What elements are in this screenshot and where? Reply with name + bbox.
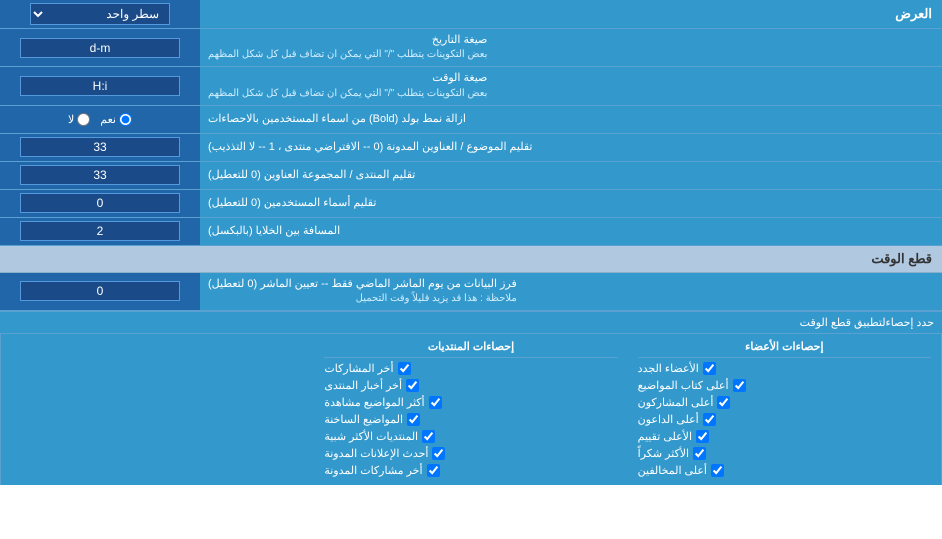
check-most-viewed: أكثر المواضيع مشاهدة [324,396,617,409]
check-latest-announcements: أحدث الإعلانات المدونة [324,447,617,460]
page-title: العرض [895,5,932,23]
time-cut-sublabel: ملاحظة : هذا قد يزيد قليلاً وقت التحميل [208,292,517,306]
time-cut-input[interactable] [20,281,180,301]
time-format-label: صيغة الوقت [432,72,487,84]
check-new-members: الأعضاء الجدد [638,362,931,375]
time-format-sublabel: بعض التكوينات يتطلب "/" التي يمكن ان تضا… [208,87,487,101]
username-count-label: تقليم أسماء المستخدمين (0 للتعطيل) [208,196,376,211]
cell-spacing-label: المسافة بين الخلايا (بالبكسل) [208,224,340,239]
check-top-authors: أعلى كتاب المواضيع [638,379,931,392]
display-mode-select[interactable]: سطر واحد سطرين ثلاثة أسطر [30,3,170,25]
col2-header: إحصاءات الأعضاء [638,338,931,358]
date-format-input[interactable] [20,38,180,58]
check-most-thankful: الأكثر شكراً [638,447,931,460]
title-count-label: تقليم الموضوع / العناوين المدونة (0 -- ا… [208,140,532,155]
username-count-input[interactable] [20,193,180,213]
check-top-rated: الأعلى تقييم [638,430,931,443]
title-count-input[interactable] [20,137,180,157]
check-top-callers: أعلى الداعون [638,413,931,426]
forum-count-label: تقليم المنتدى / المجموعة العناوين (0 للت… [208,168,415,183]
check-similar-forums: المنتديات الأكثر شبية [324,430,617,443]
bold-yes-label: نعم [100,113,116,126]
date-format-sublabel: بعض التكوينات يتطلب "/" التي يمكن ان تضا… [208,48,487,62]
cell-spacing-input[interactable] [20,221,180,241]
check-hot-topics: المواضيع الساخنة [324,413,617,426]
check-last-blog-posts: أخر مشاركات المدونة [324,464,617,477]
time-format-input[interactable] [20,76,180,96]
check-top-violators: أعلى المخالفين [638,464,931,477]
check-top-participants: أعلى المشاركون [638,396,931,409]
stats-section-header: حدد إحصاءلتطبيق قطع الوقت [800,317,934,329]
forum-count-input[interactable] [20,165,180,185]
bold-yes-option[interactable]: نعم [100,113,132,126]
bold-remove-label: ازالة نمط بولد (Bold) من اسماء المستخدمي… [208,112,466,127]
bold-no-label: لا [68,113,74,126]
time-section-header: قطع الوقت [0,246,942,273]
date-format-label: صيغة التاريخ [432,34,487,46]
col1-header: إحصاءات المنتديات [324,338,617,358]
check-last-posts: أخر المشاركات [324,362,617,375]
check-forum-news: أخر أخبار المنتدى [324,379,617,392]
time-cut-label: فرز البيانات من يوم الماشر الماضي فقط --… [208,278,517,290]
bold-no-option[interactable]: لا [68,113,90,126]
